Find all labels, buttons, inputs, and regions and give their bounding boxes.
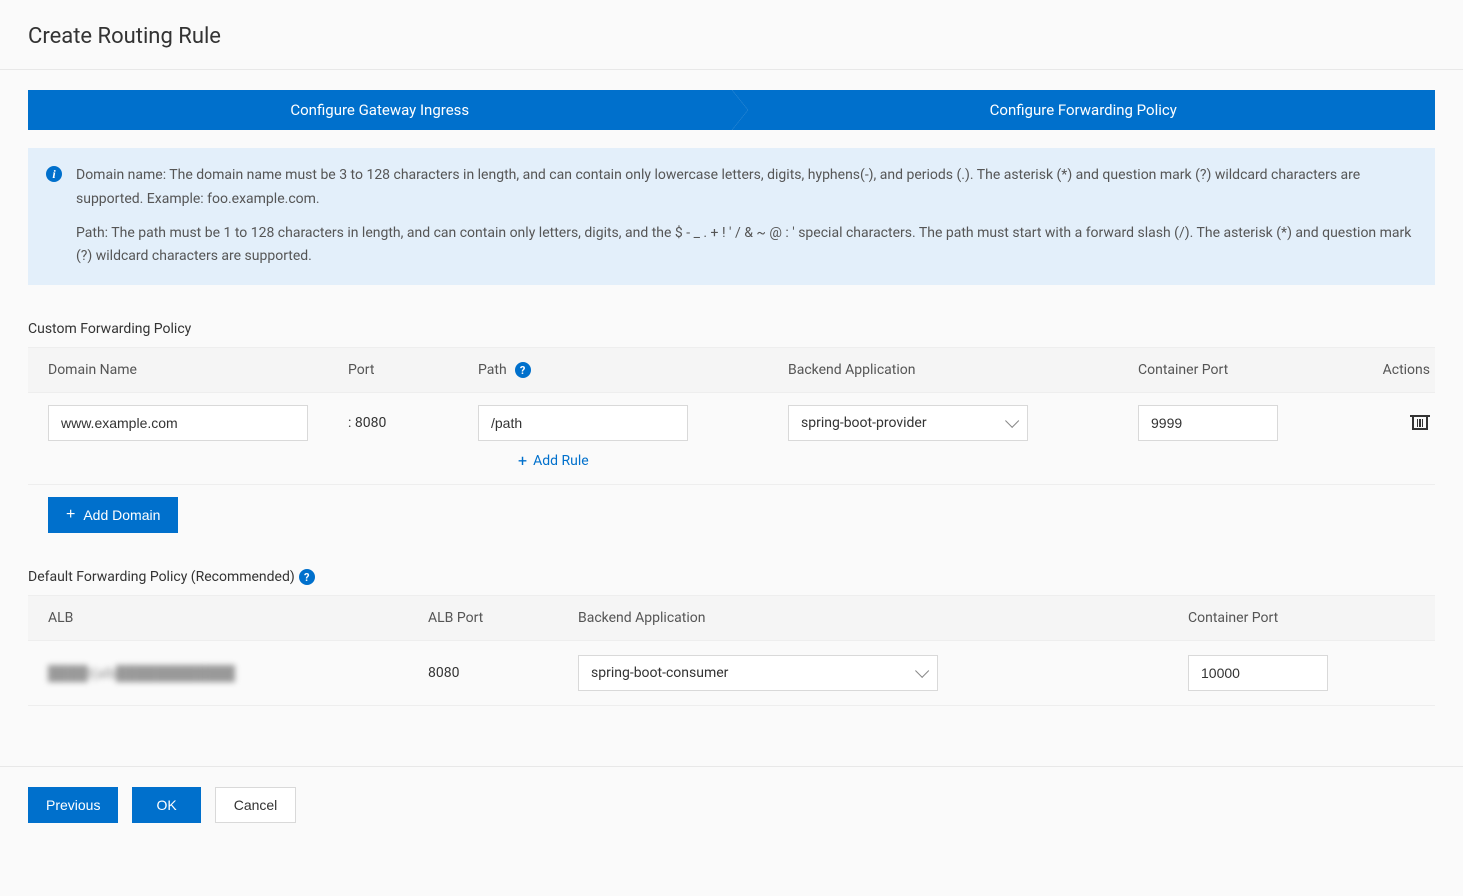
th-container-port: Container Port <box>1138 362 1368 378</box>
th-port: Port <box>348 362 478 378</box>
th-alb-port: ALB Port <box>428 610 578 626</box>
th-path: Path <box>478 362 507 378</box>
chevron-down-icon <box>915 664 929 678</box>
custom-policy-row: : 8080 spring-boot-provider <box>28 393 1435 441</box>
default-backend-app-value: spring-boot-consumer <box>591 665 728 681</box>
page-title: Create Routing Rule <box>0 0 1463 69</box>
default-policy-title: Default Forwarding Policy (Recommended) <box>28 569 295 585</box>
ok-button[interactable]: OK <box>132 787 200 823</box>
default-policy-row: ████t(alb████████████ 8080 spring-boot-c… <box>28 641 1435 706</box>
add-domain-label: Add Domain <box>83 507 160 523</box>
backend-app-value: spring-boot-provider <box>801 415 927 431</box>
custom-policy-title: Custom Forwarding Policy <box>28 321 1435 337</box>
step-forwarding-policy[interactable]: Configure Forwarding Policy <box>732 90 1436 130</box>
th-domain: Domain Name <box>48 362 348 378</box>
add-domain-button[interactable]: + Add Domain <box>48 497 178 533</box>
add-rule-label: Add Rule <box>533 453 589 469</box>
th-actions: Actions <box>1368 362 1448 378</box>
step-label: Configure Forwarding Policy <box>990 101 1177 119</box>
default-policy-table-header: ALB ALB Port Backend Application Contain… <box>28 595 1435 641</box>
previהקודם-button[interactable]: Previous <box>28 787 118 823</box>
help-icon[interactable]: ? <box>299 569 315 585</box>
help-icon[interactable]: ? <box>515 362 531 378</box>
info-banner: i Domain name: The domain name must be 3… <box>28 148 1435 285</box>
add-rule-row: + Add Rule <box>28 441 1435 485</box>
plus-icon: + <box>66 507 75 523</box>
plus-icon: + <box>518 453 527 469</box>
previous-label: Previous <box>46 797 100 813</box>
container-port-input[interactable] <box>1138 405 1278 441</box>
wizard-steps: Configure Gateway Ingress Configure Forw… <box>28 90 1435 130</box>
delete-icon[interactable] <box>1412 412 1428 430</box>
port-value: : 8080 <box>348 415 478 431</box>
step-gateway-ingress[interactable]: Configure Gateway Ingress <box>28 90 732 130</box>
chevron-down-icon <box>1005 414 1019 428</box>
th-backend: Backend Application <box>578 610 1188 626</box>
info-path-text: Path: The path must be 1 to 128 characte… <box>76 222 1417 270</box>
cancel-label: Cancel <box>234 797 278 813</box>
backend-app-select[interactable]: spring-boot-provider <box>788 405 1028 441</box>
alb-port-value: 8080 <box>428 665 578 681</box>
step-label: Configure Gateway Ingress <box>290 101 469 119</box>
default-container-port-input[interactable] <box>1188 655 1328 691</box>
info-icon: i <box>46 166 62 182</box>
footer-actions: Previous OK Cancel <box>0 766 1463 843</box>
default-backend-app-select[interactable]: spring-boot-consumer <box>578 655 938 691</box>
cancel-button[interactable]: Cancel <box>215 787 297 823</box>
ok-label: OK <box>156 797 176 813</box>
custom-policy-table-header: Domain Name Port Path ? Backend Applicat… <box>28 347 1435 393</box>
alb-value: ████t(alb████████████ <box>48 665 235 682</box>
default-policy-title-wrap: Default Forwarding Policy (Recommended) … <box>28 569 1435 585</box>
th-backend: Backend Application <box>788 362 1138 378</box>
domain-input[interactable] <box>48 405 308 441</box>
add-rule-button[interactable]: + Add Rule <box>518 453 589 469</box>
info-domain-text: Domain name: The domain name must be 3 t… <box>76 164 1417 212</box>
path-input[interactable] <box>478 405 688 441</box>
th-alb: ALB <box>48 610 428 626</box>
th-container-port: Container Port <box>1188 610 1408 626</box>
